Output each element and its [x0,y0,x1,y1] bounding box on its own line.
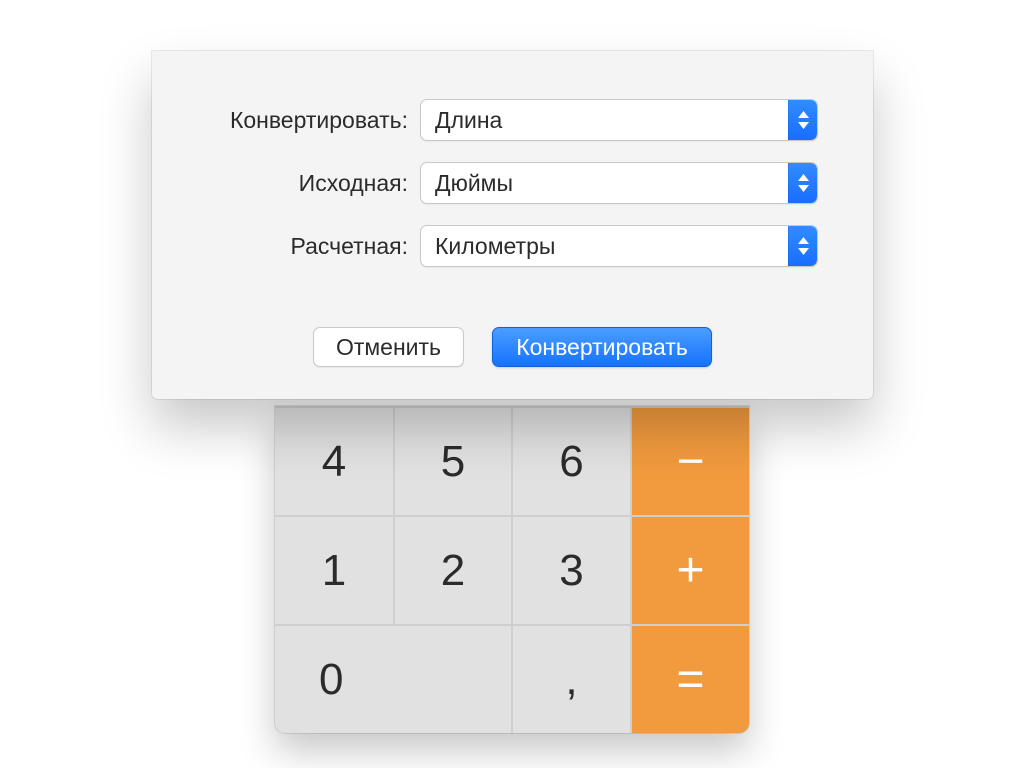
cancel-button[interactable]: Отменить [313,327,464,367]
key-2[interactable]: 2 [393,515,511,624]
label-to: Расчетная: [152,233,420,260]
key-plus[interactable]: + [630,515,749,624]
key-0[interactable]: 0 [275,624,511,733]
key-decimal[interactable]: , [511,624,630,733]
chevron-up-down-icon [788,226,817,266]
row-to: Расчетная: Километры [152,225,873,267]
convert-dialog: Конвертировать: Длина Исходная: Дюймы Ра… [152,51,873,399]
dialog-button-row: Отменить Конвертировать [152,327,873,367]
row-convert: Конвертировать: Длина [152,99,873,141]
key-5[interactable]: 5 [393,406,511,515]
chevron-up-down-icon [788,100,817,140]
select-convert-type[interactable]: Длина [420,99,818,141]
key-4[interactable]: 4 [275,406,393,515]
select-to-unit[interactable]: Километры [420,225,818,267]
key-equals[interactable]: = [630,624,749,733]
calculator-keypad: 4 5 6 − 1 2 3 + 0 , = [275,406,749,733]
select-from-unit[interactable]: Дюймы [420,162,818,204]
select-from-unit-value: Дюймы [435,170,513,197]
key-6[interactable]: 6 [511,406,630,515]
row-from: Исходная: Дюймы [152,162,873,204]
label-convert: Конвертировать: [152,107,420,134]
convert-button[interactable]: Конвертировать [492,327,712,367]
key-3[interactable]: 3 [511,515,630,624]
select-to-unit-value: Километры [435,233,555,260]
key-minus[interactable]: − [630,406,749,515]
key-1[interactable]: 1 [275,515,393,624]
label-from: Исходная: [152,170,420,197]
select-convert-type-value: Длина [435,107,502,134]
chevron-up-down-icon [788,163,817,203]
